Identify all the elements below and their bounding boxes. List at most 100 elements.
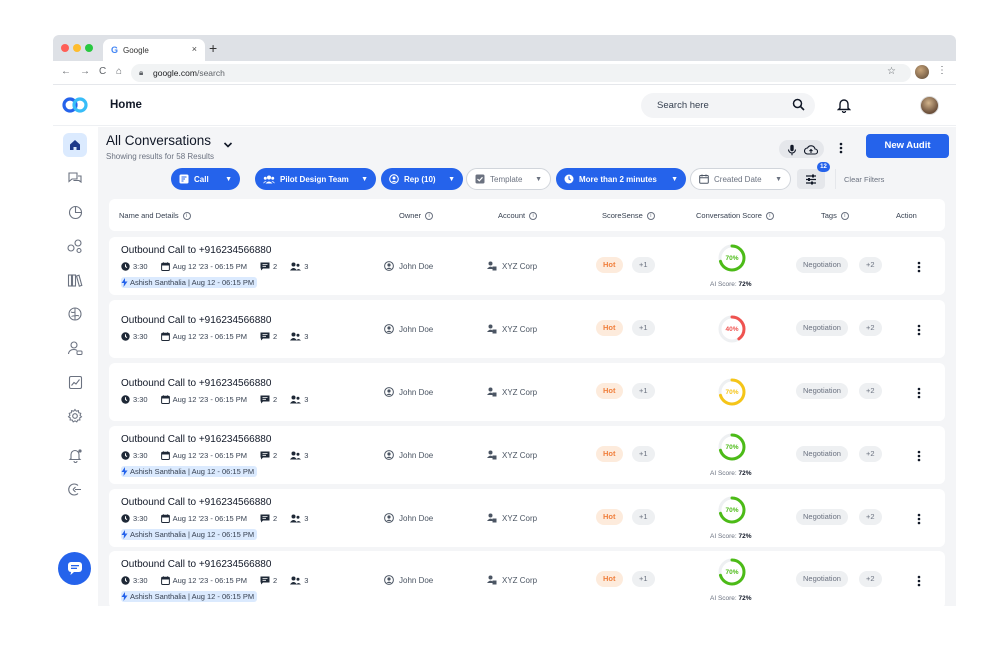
table-row[interactable]: Outbound Call to +916234566880 3:30 Aug 12…: [109, 237, 945, 295]
scoresense-hot-badge[interactable]: Hot: [596, 509, 623, 525]
column-tags[interactable]: Tags i: [821, 211, 849, 220]
scoresense-more-badge[interactable]: +1: [632, 320, 655, 336]
browser-home-icon[interactable]: ⌂: [116, 66, 122, 77]
scoresense-more-badge[interactable]: +1: [632, 571, 655, 587]
browser-tab[interactable]: G Google ×: [103, 39, 205, 61]
tag-badge[interactable]: Negotiation: [796, 571, 848, 587]
tag-badge[interactable]: Negotiation: [796, 446, 848, 462]
filter-duration[interactable]: More than 2 minutes ▼: [556, 168, 686, 190]
tag-more-badge[interactable]: +2: [859, 571, 882, 587]
filter-rep[interactable]: Rep (10) ▼: [381, 168, 463, 190]
column-owner[interactable]: Owner i: [399, 211, 434, 220]
tag-badge[interactable]: Negotiation: [796, 320, 848, 336]
scoresense-hot-badge[interactable]: Hot: [596, 571, 623, 587]
notification-bell-icon[interactable]: [836, 97, 852, 118]
info-icon[interactable]: i: [840, 211, 849, 220]
forward-icon[interactable]: →: [80, 66, 90, 77]
conversation-score-gauge[interactable]: 70%: [716, 431, 748, 463]
row-actions-icon[interactable]: [917, 449, 921, 467]
conversation-score-gauge[interactable]: 70%: [716, 494, 748, 526]
scoresense-more-badge[interactable]: +1: [632, 446, 655, 462]
scoresense-more-badge[interactable]: +1: [632, 383, 655, 399]
info-icon[interactable]: i: [529, 211, 538, 220]
scoresense-hot-badge[interactable]: Hot: [596, 446, 623, 462]
new-tab-button[interactable]: +: [209, 40, 217, 56]
agent-tag[interactable]: Ashish Santhalia | Aug 12 - 06:15 PM: [121, 277, 258, 288]
tag-more-badge[interactable]: +2: [859, 446, 882, 462]
tag-more-badge[interactable]: +2: [859, 320, 882, 336]
app-logo[interactable]: [61, 95, 89, 120]
row-actions-icon[interactable]: [917, 386, 921, 404]
row-actions-icon[interactable]: [917, 323, 921, 341]
page-title[interactable]: All Conversations: [106, 133, 211, 148]
filter-call[interactable]: Call ▼: [171, 168, 240, 190]
agent-tag[interactable]: Ashish Santhalia | Aug 12 - 06:15 PM: [121, 529, 258, 540]
browser-menu-icon[interactable]: ⋮: [937, 65, 947, 76]
scoresense-hot-badge[interactable]: Hot: [596, 257, 623, 273]
sidebar-item-settings[interactable]: [63, 404, 87, 428]
info-icon[interactable]: i: [646, 211, 655, 220]
filter-created-date[interactable]: Created Date ▼: [690, 168, 791, 190]
scoresense-more-badge[interactable]: +1: [632, 257, 655, 273]
column-scoresense[interactable]: ScoreSense i: [602, 211, 655, 220]
scoresense-more-badge[interactable]: +1: [632, 509, 655, 525]
more-options-icon[interactable]: [839, 141, 843, 159]
agent-tag[interactable]: Ashish Santhalia | Aug 12 - 06:15 PM: [121, 591, 258, 602]
row-actions-icon[interactable]: [917, 512, 921, 530]
table-row[interactable]: Outbound Call to +916234566880 3:30 Aug 12…: [109, 363, 945, 421]
conversation-title[interactable]: Outbound Call to +916234566880: [121, 245, 271, 256]
browser-profile-avatar[interactable]: [915, 65, 929, 79]
info-icon[interactable]: i: [182, 211, 191, 220]
conversation-score-gauge[interactable]: 70%: [716, 242, 748, 274]
table-row[interactable]: Outbound Call to +916234566880 3:30 Aug 12…: [109, 426, 945, 484]
tag-more-badge[interactable]: +2: [859, 383, 882, 399]
chat-fab-button[interactable]: [58, 552, 91, 585]
search-icon[interactable]: [792, 98, 805, 114]
sidebar-item-library[interactable]: [63, 268, 87, 292]
conversation-score-gauge[interactable]: 70%: [716, 556, 748, 588]
tag-more-badge[interactable]: +2: [859, 509, 882, 525]
table-row[interactable]: Outbound Call to +916234566880 3:30 Aug 12…: [109, 300, 945, 358]
conversation-title[interactable]: Outbound Call to +916234566880: [121, 434, 271, 445]
filter-template[interactable]: Template ▼: [466, 168, 551, 190]
tag-more-badge[interactable]: +2: [859, 257, 882, 273]
sidebar-item-team[interactable]: [63, 336, 87, 360]
conversation-score-gauge[interactable]: 40%: [716, 313, 748, 345]
scoresense-hot-badge[interactable]: Hot: [596, 320, 623, 336]
bookmark-star-icon[interactable]: ☆: [887, 66, 896, 77]
scoresense-hot-badge[interactable]: Hot: [596, 383, 623, 399]
row-actions-icon[interactable]: [917, 574, 921, 592]
chevron-down-icon[interactable]: [223, 136, 233, 154]
tag-badge[interactable]: Negotiation: [796, 383, 848, 399]
sidebar-item-brain[interactable]: [63, 302, 87, 326]
minimize-window-button[interactable]: [73, 44, 81, 52]
column-account[interactable]: Account i: [498, 211, 538, 220]
table-row[interactable]: Outbound Call to +916234566880 3:30 Aug 12…: [109, 551, 945, 606]
conversation-title[interactable]: Outbound Call to +916234566880: [121, 559, 271, 570]
search-input[interactable]: Search here: [641, 93, 815, 118]
close-window-button[interactable]: [61, 44, 69, 52]
info-icon[interactable]: i: [425, 211, 434, 220]
conversation-title[interactable]: Outbound Call to +916234566880: [121, 315, 271, 326]
user-avatar[interactable]: [920, 96, 939, 115]
microphone-icon[interactable]: [787, 143, 797, 161]
close-tab-icon[interactable]: ×: [192, 44, 197, 54]
conversation-score-gauge[interactable]: 70%: [716, 376, 748, 408]
url-field[interactable]: 🔒︎ google.com/search: [131, 64, 911, 82]
new-audit-button[interactable]: New Audit: [866, 134, 949, 158]
back-icon[interactable]: ←: [61, 66, 71, 77]
sidebar-item-analytics[interactable]: [63, 200, 87, 224]
column-name[interactable]: Name and Details i: [119, 211, 191, 220]
table-row[interactable]: Outbound Call to +916234566880 3:30 Aug 12…: [109, 489, 945, 547]
sidebar-item-nodes[interactable]: [63, 234, 87, 258]
sidebar-item-home[interactable]: [63, 133, 87, 157]
clear-filters-link[interactable]: Clear Filters: [844, 175, 884, 184]
advanced-filters-button[interactable]: [797, 169, 825, 189]
tag-badge[interactable]: Negotiation: [796, 509, 848, 525]
cloud-upload-icon[interactable]: [804, 143, 819, 161]
filter-team[interactable]: Pilot Design Team ▼: [255, 168, 376, 190]
row-actions-icon[interactable]: [917, 260, 921, 278]
sidebar-item-logout[interactable]: [63, 477, 87, 501]
maximize-window-button[interactable]: [85, 44, 93, 52]
conversation-title[interactable]: Outbound Call to +916234566880: [121, 497, 271, 508]
